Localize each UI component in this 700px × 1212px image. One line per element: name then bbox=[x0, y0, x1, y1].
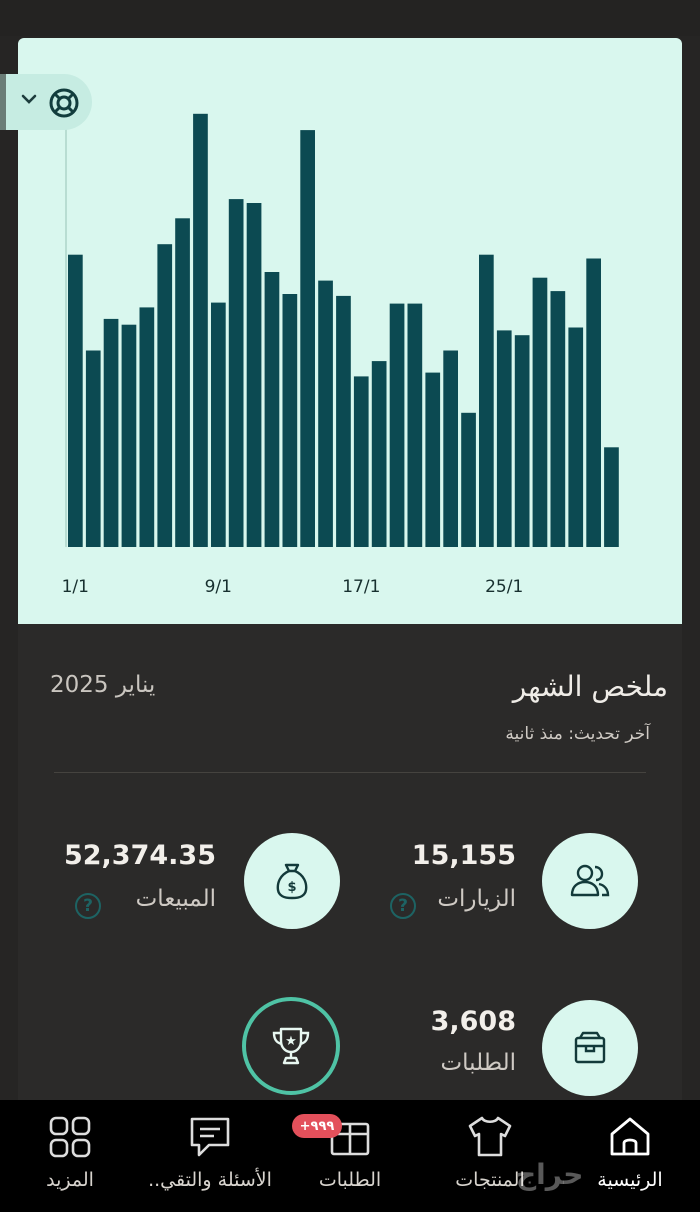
bar-day-21[interactable] bbox=[425, 372, 441, 547]
bar-day-5[interactable] bbox=[139, 307, 155, 547]
daily-bar-chart: 1/1 9/1 17/1 25/1 bbox=[62, 87, 619, 597]
bar-day-14[interactable] bbox=[300, 130, 315, 547]
visits-value: 15,155 bbox=[411, 840, 516, 871]
home-icon bbox=[610, 1117, 650, 1156]
visits-help-icon[interactable]: ? bbox=[390, 893, 416, 919]
bar-day-7[interactable] bbox=[175, 218, 190, 548]
bar-day-16[interactable] bbox=[336, 295, 351, 547]
nav-questions[interactable]: الأسئلة والتقي.. bbox=[140, 1100, 280, 1212]
svg-text:★: ★ bbox=[285, 1034, 297, 1049]
orders-value: 3,608 bbox=[430, 1006, 516, 1037]
bar-day-26[interactable] bbox=[514, 335, 530, 547]
nav-more-label: المزيد bbox=[46, 1169, 94, 1191]
bar-day-9[interactable] bbox=[211, 302, 226, 547]
bar-day-11[interactable] bbox=[246, 203, 262, 547]
nav-home[interactable]: الرئيسية bbox=[560, 1100, 700, 1212]
visits-icon-circle bbox=[542, 833, 638, 929]
sales-help-icon[interactable]: ? bbox=[75, 893, 101, 919]
bar-day-3[interactable] bbox=[103, 318, 119, 547]
svg-text:$: $ bbox=[287, 880, 296, 895]
orders-icon-circle bbox=[542, 1000, 638, 1096]
nav-products[interactable]: المنتجات bbox=[420, 1100, 560, 1212]
grid-icon bbox=[49, 1116, 91, 1158]
top-bar bbox=[0, 0, 700, 36]
sales-value: 52,374.35 bbox=[63, 840, 216, 871]
bar-day-1[interactable] bbox=[68, 254, 83, 547]
month-label[interactable]: يناير 2025 bbox=[50, 672, 155, 698]
bar-day-6[interactable] bbox=[157, 244, 173, 547]
x-tick-label: 25/1 bbox=[485, 577, 523, 597]
bar-day-25[interactable] bbox=[496, 330, 512, 547]
sales-label: المبيعات bbox=[135, 886, 216, 912]
bottom-navigation: الرئيسية المنتجات الطلبات الأسئلة والتقي… bbox=[0, 1100, 700, 1212]
bar-day-29[interactable] bbox=[568, 327, 584, 548]
page-title: ملخص الشهر bbox=[512, 670, 668, 703]
bar-day-20[interactable] bbox=[407, 303, 423, 547]
sales-icon-circle: $ bbox=[244, 833, 340, 929]
lifebuoy-icon bbox=[49, 88, 79, 118]
bar-day-22[interactable] bbox=[443, 350, 458, 548]
bar-day-30[interactable] bbox=[586, 258, 601, 548]
watermark-logo: حراج bbox=[516, 1158, 584, 1191]
daily-chart-card: 1/1 9/1 17/1 25/1 bbox=[18, 38, 682, 624]
bar-day-24[interactable] bbox=[479, 254, 494, 547]
chat-icon bbox=[190, 1117, 230, 1157]
bar-day-15[interactable] bbox=[318, 280, 333, 547]
bar-day-8[interactable] bbox=[193, 113, 208, 548]
bar-day-12[interactable] bbox=[264, 272, 280, 547]
orders-label: الطلبات bbox=[440, 1050, 516, 1076]
nav-more[interactable]: المزيد bbox=[0, 1100, 140, 1212]
bar-day-23[interactable] bbox=[461, 412, 476, 547]
x-tick-label: 1/1 bbox=[62, 577, 89, 597]
bar-day-27[interactable] bbox=[532, 277, 548, 547]
bar-day-17[interactable] bbox=[353, 376, 369, 547]
bar-day-4[interactable] bbox=[121, 324, 137, 547]
achievement-button[interactable]: ★ bbox=[242, 997, 340, 1095]
money-bag-icon: $ bbox=[276, 863, 308, 900]
nav-orders-label: الطلبات bbox=[318, 1169, 382, 1191]
trophy-icon: ★ bbox=[272, 1027, 310, 1065]
divider bbox=[54, 772, 646, 773]
x-tick-label: 17/1 bbox=[342, 577, 380, 597]
pill-edge bbox=[0, 74, 6, 130]
bar-day-18[interactable] bbox=[371, 361, 387, 547]
chevron-down-icon bbox=[21, 94, 37, 104]
nav-questions-label: الأسئلة والتقي.. bbox=[148, 1169, 272, 1191]
bar-day-31[interactable] bbox=[604, 447, 619, 547]
tshirt-icon bbox=[468, 1116, 512, 1157]
users-icon bbox=[570, 864, 610, 897]
last-updated: آخر تحديث: منذ ثانية bbox=[505, 724, 650, 744]
bar-day-10[interactable] bbox=[228, 199, 244, 547]
orders-count-badge: +٩٩٩ bbox=[292, 1114, 342, 1138]
bar-day-28[interactable] bbox=[550, 291, 566, 547]
bar-day-19[interactable] bbox=[389, 303, 405, 547]
bar-day-13[interactable] bbox=[282, 294, 298, 547]
visits-label: الزيارات bbox=[437, 886, 516, 912]
support-toggle[interactable] bbox=[0, 74, 92, 130]
box-icon bbox=[574, 1031, 606, 1064]
bar-day-2[interactable] bbox=[85, 350, 101, 548]
x-tick-label: 9/1 bbox=[205, 577, 232, 597]
